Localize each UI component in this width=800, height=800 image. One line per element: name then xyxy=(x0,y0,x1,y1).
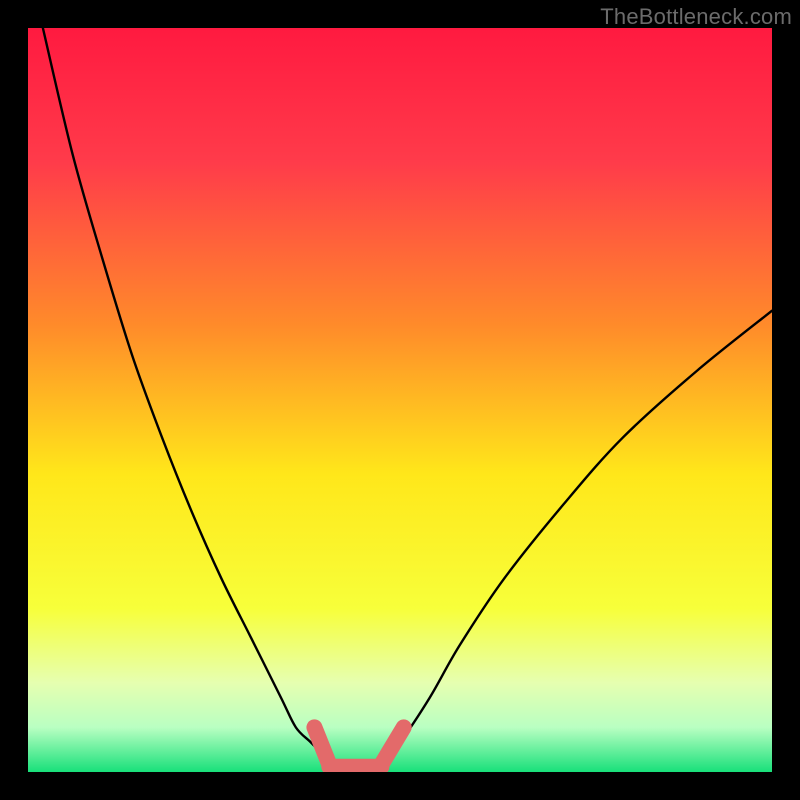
chart-frame: TheBottleneck.com xyxy=(0,0,800,800)
plot-area xyxy=(28,28,772,772)
watermark-text: TheBottleneck.com xyxy=(600,4,792,30)
bottleneck-curve-chart xyxy=(28,28,772,772)
gradient-background xyxy=(28,28,772,772)
